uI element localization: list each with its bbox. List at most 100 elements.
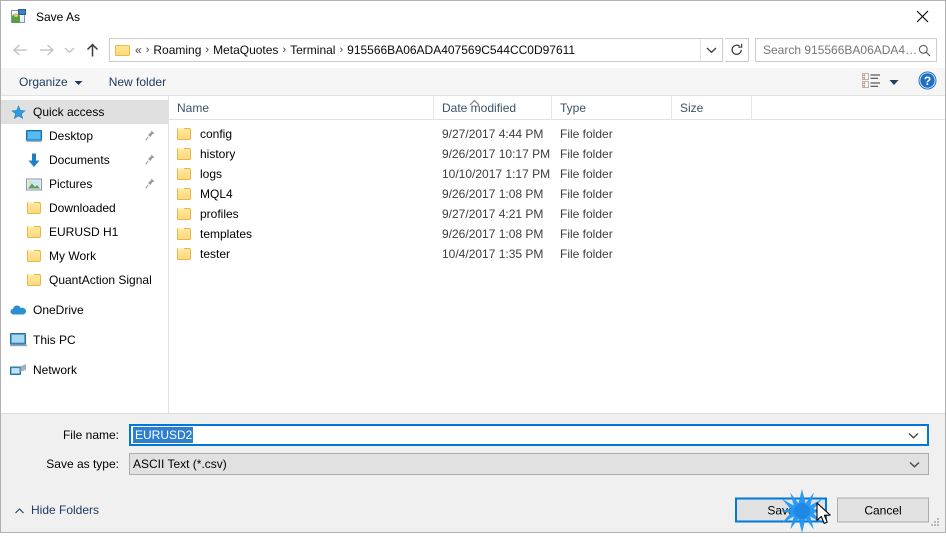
- pin-icon[interactable]: [145, 130, 155, 144]
- file-type-cell: File folder: [560, 147, 613, 161]
- chevron-down-icon[interactable]: [909, 457, 920, 471]
- sidebar-item-onedrive[interactable]: OneDrive: [1, 298, 168, 322]
- file-name-input[interactable]: EURUSD2: [129, 424, 929, 446]
- arrow-left-icon: [12, 44, 27, 56]
- resize-grip-icon[interactable]: [928, 516, 942, 530]
- refresh-button[interactable]: [725, 38, 749, 62]
- recent-locations-button[interactable]: [59, 37, 79, 63]
- file-type-cell: File folder: [560, 127, 613, 141]
- pin-icon[interactable]: [145, 154, 155, 168]
- file-name-label: history: [200, 147, 236, 161]
- caret-down-icon: [74, 75, 83, 89]
- breadcrumb-overflow[interactable]: «: [135, 43, 142, 57]
- pin-icon[interactable]: [145, 178, 155, 192]
- folder-icon: [177, 168, 192, 180]
- help-button[interactable]: ?: [918, 71, 937, 93]
- file-type-cell: File folder: [560, 187, 613, 201]
- file-rows: config 9/27/2017 4:44 PM File folder his…: [169, 120, 945, 413]
- file-name-label: profiles: [200, 207, 239, 221]
- this-pc-icon: [9, 332, 27, 348]
- hide-folders-button[interactable]: Hide Folders: [15, 503, 99, 517]
- chevron-down-icon: [706, 47, 717, 54]
- sidebar-item-documents[interactable]: Documents: [1, 148, 168, 172]
- star-icon: [9, 104, 27, 120]
- file-list: Name Date modified Type Size config 9/27…: [169, 96, 945, 413]
- up-button[interactable]: [79, 37, 105, 63]
- column-headers: Name Date modified Type Size: [169, 96, 945, 120]
- breadcrumb-separator: ›: [145, 44, 150, 56]
- organize-label: Organize: [19, 74, 68, 89]
- address-dropdown-button[interactable]: [700, 39, 722, 61]
- table-row[interactable]: profiles 9/27/2017 4:21 PM File folder: [169, 204, 945, 224]
- onedrive-icon: [9, 302, 27, 318]
- breadcrumb-item-terminal-id[interactable]: 915566BA06ADA407569C544CC0D97611: [347, 43, 575, 57]
- table-row[interactable]: config 9/27/2017 4:44 PM File folder: [169, 124, 945, 144]
- folder-icon: [177, 148, 192, 160]
- table-row[interactable]: tester 10/4/2017 1:35 PM File folder: [169, 244, 945, 264]
- sidebar-item-eurusd-h1[interactable]: EURUSD H1: [1, 220, 168, 244]
- sidebar-item-desktop[interactable]: Desktop: [1, 124, 168, 148]
- cancel-button[interactable]: Cancel: [837, 497, 929, 523]
- breadcrumb: « › Roaming › MetaQuotes › Terminal › 91…: [135, 43, 700, 57]
- sidebar-item-network[interactable]: Network: [1, 358, 168, 382]
- desktop-icon: [25, 128, 43, 144]
- sidebar-item-quantaction-signal[interactable]: QuantAction Signal: [1, 268, 168, 292]
- table-row[interactable]: templates 9/26/2017 1:08 PM File folder: [169, 224, 945, 244]
- chevron-down-icon[interactable]: [908, 428, 919, 442]
- search-placeholder: Search 915566BA06ADA40756...: [763, 43, 918, 57]
- sidebar-item-downloaded[interactable]: Downloaded: [1, 196, 168, 220]
- close-icon[interactable]: [899, 1, 945, 32]
- folder-icon: [115, 43, 131, 57]
- column-header-name[interactable]: Name: [169, 96, 434, 119]
- breadcrumb-item-metaquotes[interactable]: MetaQuotes: [213, 43, 278, 57]
- sidebar-item-label: Pictures: [49, 177, 93, 191]
- address-bar[interactable]: « › Roaming › MetaQuotes › Terminal › 91…: [109, 38, 723, 62]
- organize-button[interactable]: Organize: [19, 75, 83, 89]
- column-header-date-modified[interactable]: Date modified: [434, 96, 552, 119]
- search-input[interactable]: Search 915566BA06ADA40756...: [755, 38, 937, 62]
- sidebar-item-label: OneDrive: [33, 303, 84, 317]
- save-as-type-label: Save as type:: [46, 457, 119, 471]
- breadcrumb-item-terminal[interactable]: Terminal: [290, 43, 335, 57]
- new-folder-button[interactable]: New folder: [109, 75, 166, 89]
- folder-icon: [177, 128, 192, 140]
- arrow-up-icon: [86, 43, 98, 56]
- pictures-icon: [25, 176, 43, 192]
- list-view-icon: [862, 72, 881, 91]
- file-name-label: File name:: [62, 428, 119, 442]
- hide-folders-label: Hide Folders: [31, 503, 100, 517]
- sidebar-item-label: Downloaded: [49, 201, 116, 215]
- save-as-type-select[interactable]: ASCII Text (*.csv): [129, 453, 929, 475]
- sidebar-item-label: Network: [33, 363, 78, 377]
- column-header-size[interactable]: Size: [672, 96, 752, 119]
- sidebar-item-quick-access[interactable]: Quick access: [1, 100, 168, 124]
- table-row[interactable]: MQL4 9/26/2017 1:08 PM File folder: [169, 184, 945, 204]
- save-form: File name: EURUSD2 Save as type: ASCII T…: [1, 414, 945, 488]
- breadcrumb-separator: ›: [205, 44, 210, 56]
- save-button[interactable]: Save: [735, 497, 827, 523]
- sidebar-item-label: QuantAction Signal: [49, 273, 152, 287]
- file-type-cell: File folder: [560, 247, 613, 261]
- folder-icon: [25, 224, 43, 240]
- dialog-footer: Hide Folders Save Cancel: [1, 488, 945, 532]
- sidebar-item-this-pc[interactable]: This PC: [1, 328, 168, 352]
- file-date-cell: 9/26/2017 10:17 PM: [442, 147, 551, 161]
- column-header-type[interactable]: Type: [552, 96, 672, 119]
- network-icon: [9, 362, 27, 378]
- breadcrumb-separator: ›: [339, 44, 344, 56]
- file-name-row: File name: EURUSD2: [17, 424, 929, 446]
- change-view-button[interactable]: [859, 72, 902, 91]
- file-name-cell: profiles: [169, 207, 434, 221]
- folder-icon: [25, 248, 43, 264]
- table-row[interactable]: logs 10/10/2017 1:17 PM File folder: [169, 164, 945, 184]
- file-type-cell: File folder: [560, 227, 613, 241]
- sidebar-item-pictures[interactable]: Pictures: [1, 172, 168, 196]
- back-button[interactable]: [7, 37, 33, 63]
- forward-button[interactable]: [33, 37, 59, 63]
- column-header-type-label: Type: [560, 100, 587, 115]
- window-title: Save As: [36, 9, 81, 24]
- folder-icon: [177, 228, 192, 240]
- sidebar-item-my-work[interactable]: My Work: [1, 244, 168, 268]
- breadcrumb-item-roaming[interactable]: Roaming: [153, 43, 201, 57]
- table-row[interactable]: history 9/26/2017 10:17 PM File folder: [169, 144, 945, 164]
